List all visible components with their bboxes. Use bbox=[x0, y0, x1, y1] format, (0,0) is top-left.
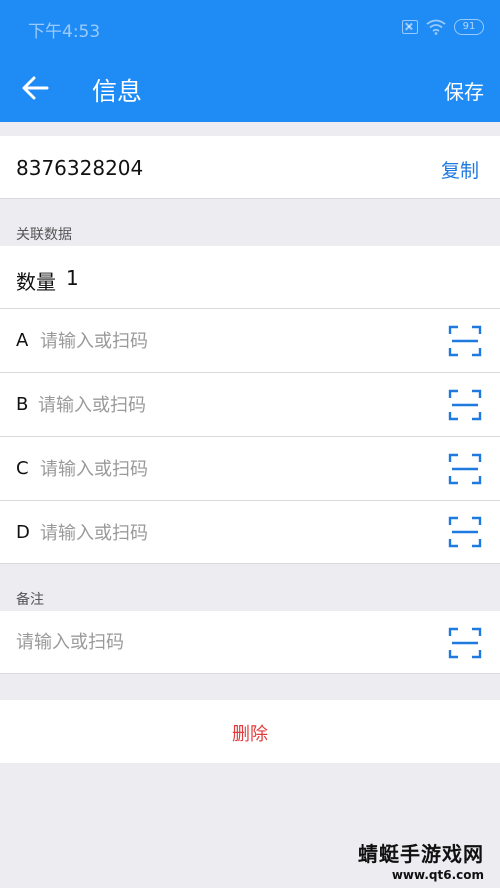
scan-button-a[interactable] bbox=[448, 325, 482, 357]
field-row-b: B bbox=[0, 373, 500, 437]
top-bar: 下午4:53 91 信息 保存 bbox=[0, 0, 500, 122]
scan-icon bbox=[448, 453, 482, 485]
field-label-d: D bbox=[16, 522, 30, 543]
scan-icon bbox=[448, 627, 482, 659]
code-value: 8376328204 bbox=[16, 156, 144, 180]
page-title: 信息 bbox=[92, 77, 143, 106]
quantity-value: 1 bbox=[66, 266, 79, 290]
field-label-b: B bbox=[16, 394, 29, 415]
delete-button[interactable]: 删除 bbox=[0, 700, 500, 763]
section-label-notes: 备注 bbox=[16, 592, 44, 608]
notes-row bbox=[0, 611, 500, 674]
section-label-related: 关联数据 bbox=[16, 227, 72, 243]
scan-icon bbox=[448, 516, 482, 548]
scan-button-notes[interactable] bbox=[448, 627, 482, 659]
field-row-d: D bbox=[0, 501, 500, 564]
field-label-c: C bbox=[16, 458, 29, 479]
scan-button-b[interactable] bbox=[448, 389, 482, 421]
field-row-c: C bbox=[0, 437, 500, 501]
watermark: 蜻蜓手游戏网 www.qt6.com bbox=[358, 838, 484, 882]
notes-input[interactable] bbox=[16, 627, 416, 657]
app-bar: 信息 保存 bbox=[0, 54, 500, 122]
arrow-left-icon bbox=[20, 76, 52, 107]
field-input-b[interactable] bbox=[38, 390, 418, 420]
watermark-url: www.qt6.com bbox=[391, 868, 484, 882]
sim-off-icon bbox=[402, 20, 418, 34]
field-label-a: A bbox=[16, 330, 29, 351]
scan-button-c[interactable] bbox=[448, 453, 482, 485]
scan-button-d[interactable] bbox=[448, 516, 482, 548]
field-input-d[interactable] bbox=[40, 518, 420, 548]
quantity-label: 数量 bbox=[16, 270, 56, 294]
back-button[interactable] bbox=[20, 73, 52, 103]
watermark-title: 蜻蜓手游戏网 bbox=[358, 842, 484, 866]
quantity-row: 数量 1 bbox=[0, 246, 500, 309]
status-time: 下午4:53 bbox=[28, 22, 101, 42]
copy-button[interactable]: 复制 bbox=[441, 156, 479, 183]
battery-icon: 91 bbox=[454, 19, 484, 35]
field-input-a[interactable] bbox=[40, 326, 420, 356]
scan-icon bbox=[448, 325, 482, 357]
field-row-a: A bbox=[0, 309, 500, 373]
status-bar: 下午4:53 91 bbox=[0, 0, 500, 54]
save-button[interactable]: 保存 bbox=[444, 76, 484, 105]
delete-label: 删除 bbox=[232, 724, 268, 745]
wifi-icon bbox=[426, 19, 446, 35]
field-input-c[interactable] bbox=[40, 454, 420, 484]
code-row: 8376328204 复制 bbox=[0, 136, 500, 199]
scan-icon bbox=[448, 389, 482, 421]
status-icons: 91 bbox=[402, 16, 484, 38]
